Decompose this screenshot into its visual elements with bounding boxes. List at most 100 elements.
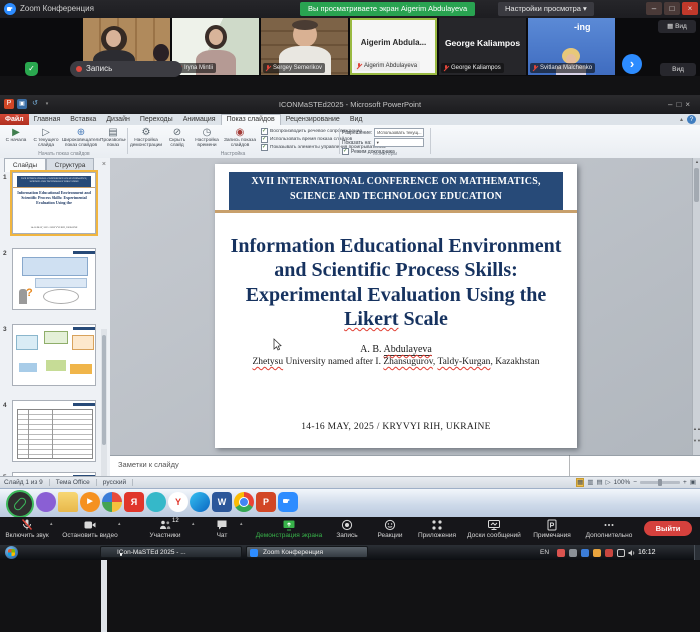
tray-icon-5[interactable] <box>605 549 613 557</box>
hide-slide-button[interactable]: ⊘Скрыть слайд <box>163 126 191 154</box>
powerpoint-window-controls[interactable]: –□× <box>668 100 694 109</box>
custom-slideshow-button[interactable]: ▤Произвольный показ <box>100 126 126 154</box>
yandex-browser-icon[interactable]: Y <box>168 492 188 512</box>
slide-sorter-icon[interactable]: ▥ <box>587 478 593 487</box>
stop-video-button[interactable]: Остановить видео <box>58 519 122 539</box>
panel-tab-slides[interactable]: Слайды <box>4 158 46 172</box>
video-tile-iryna[interactable]: Iryna Mintii <box>172 18 259 75</box>
participants-chevron-icon[interactable]: ▴ <box>192 521 195 527</box>
tab-view[interactable]: Вид <box>345 114 368 125</box>
taskbar-app-icon-purple[interactable] <box>36 492 56 512</box>
chrome-icon[interactable] <box>234 492 254 512</box>
slideshow-view-icon[interactable]: ▷ <box>606 478 611 487</box>
speaker-icon[interactable] <box>628 549 636 557</box>
share-screen-button[interactable]: Демонстрация экрана <box>248 519 330 539</box>
tray-windows-icon[interactable] <box>617 549 625 557</box>
panel-close-icon[interactable]: × <box>102 161 106 168</box>
word-icon[interactable]: W <box>212 492 232 512</box>
file-explorer-icon[interactable] <box>58 492 78 512</box>
teal-app-icon[interactable] <box>146 492 166 512</box>
notes-pane[interactable]: Заметки к слайду <box>110 455 700 476</box>
fit-to-window-icon[interactable]: ▣ <box>690 478 696 487</box>
tray-icon-3[interactable] <box>581 549 589 557</box>
video-tile-sergey[interactable]: Sergey Semerikov <box>261 18 348 75</box>
video-tile-george[interactable]: George Kaliampos George Kaliampos <box>439 18 526 75</box>
participants-button[interactable]: Участники <box>135 519 195 539</box>
tab-insert[interactable]: Вставка <box>65 114 101 125</box>
zoom-slider-thumb[interactable] <box>658 479 662 486</box>
play-narrations-checkbox[interactable]: Воспроизводить речевое сопровождение <box>261 128 339 135</box>
tab-slideshow[interactable]: Показ слайдов <box>221 114 281 125</box>
tab-animations[interactable]: Анимация <box>178 114 221 125</box>
next-slide-icon[interactable]: ▼▼ <box>693 438 700 443</box>
next-participants-arrow[interactable]: › <box>622 54 642 74</box>
video-tile-svitlana[interactable]: -ing Svitlana Malchenko <box>528 18 615 75</box>
powerpoint-taskbar-icon[interactable]: P <box>256 492 276 512</box>
slide-thumbnail-1[interactable]: XVII INTERNATIONAL CONFERENCE ON MATHEMA… <box>12 172 96 234</box>
mute-chevron-icon[interactable]: ▴ <box>50 521 53 527</box>
maximize-button[interactable]: □ <box>664 2 680 15</box>
tab-transitions[interactable]: Переходы <box>135 114 178 125</box>
taskbar-clock[interactable]: 16:12 <box>638 549 656 556</box>
media-play-app-icon[interactable]: ▶ <box>80 492 100 512</box>
tab-design[interactable]: Дизайн <box>101 114 135 125</box>
scroll-up-icon[interactable]: ▲ <box>693 159 700 164</box>
broadcast-slideshow-button[interactable]: ⊕Широковещательный показ слайдов <box>62 126 100 154</box>
reactions-button[interactable]: Реакции <box>368 519 412 539</box>
meeting-security-shield-icon[interactable]: ✓ <box>25 62 38 76</box>
apps-button[interactable]: Приложения <box>412 519 462 539</box>
previous-slide-icon[interactable]: ▲▲ <box>693 426 700 431</box>
from-current-slide-button[interactable]: ▷С текущего слайда <box>30 126 62 154</box>
language-indicator[interactable]: русский <box>103 479 133 486</box>
language-tray-indicator[interactable]: EN <box>540 549 549 556</box>
minimize-button[interactable]: – <box>646 2 662 15</box>
tab-file[interactable]: Файл <box>0 114 29 125</box>
panel-tab-outline[interactable]: Структура <box>46 158 94 173</box>
zoom-out-icon[interactable]: − <box>633 479 637 486</box>
notes-button[interactable]: Примечания <box>528 519 576 539</box>
view-layout-button-secondary[interactable]: Вид <box>660 63 696 76</box>
record-slideshow-button[interactable]: ◉Запись показа слайдов <box>223 126 257 154</box>
zoom-in-icon[interactable]: + <box>683 479 687 486</box>
tab-review[interactable]: Рецензирование <box>281 114 345 125</box>
main-slide[interactable]: XVII INTERNATIONAL CONFERENCE ON MATHEMA… <box>215 164 577 448</box>
slide-thumbnail-2[interactable]: ? <box>12 248 96 310</box>
use-timings-checkbox[interactable]: Использовать время показа слайдов <box>261 136 339 143</box>
taskbar-window-chrome[interactable]: ICon-MaSTEd 2025 - ... <box>100 546 242 558</box>
tab-home[interactable]: Главная <box>29 114 66 125</box>
help-icon[interactable]: ? <box>687 115 696 124</box>
view-settings-button[interactable]: Настройки просмотра ▾ <box>498 2 594 16</box>
slide-thumbnail-3[interactable] <box>12 324 96 386</box>
unmute-button[interactable]: Включить звук <box>0 519 54 539</box>
taskbar-window-zoom[interactable]: Zoom Конференция <box>246 546 368 558</box>
view-layout-button[interactable]: ▦ Вид <box>658 20 696 33</box>
scrollbar-thumb[interactable] <box>102 335 106 445</box>
from-beginning-button[interactable]: ▶С начала <box>2 126 30 154</box>
normal-view-icon[interactable]: ▦ <box>576 478 584 487</box>
rehearse-timings-button[interactable]: ◷Настройка времени <box>191 126 223 154</box>
tray-icon-2[interactable] <box>569 549 577 557</box>
multicolor-app-icon[interactable] <box>102 492 122 512</box>
show-desktop-button[interactable] <box>694 545 700 560</box>
slide-thumbnail-4[interactable] <box>12 400 96 462</box>
whiteboards-button[interactable]: Доски сообщений <box>464 519 524 539</box>
reading-view-icon[interactable]: ▤ <box>596 478 602 487</box>
canvas-scrollbar[interactable]: ▲ ▲▲ ▼▼ <box>692 158 700 455</box>
chat-button[interactable]: Чат <box>202 519 242 539</box>
video-chevron-icon[interactable]: ▴ <box>118 521 121 527</box>
close-button[interactable]: × <box>682 2 698 15</box>
edge-browser-icon[interactable] <box>190 492 210 512</box>
scrollbar-thumb[interactable] <box>694 168 699 202</box>
zoom-app-icon[interactable] <box>278 492 298 512</box>
tray-icon-1[interactable] <box>557 549 565 557</box>
yandex-app-icon[interactable]: Я <box>124 492 144 512</box>
tray-icon-4[interactable] <box>593 549 601 557</box>
show-on-dropdown[interactable]: ▾ <box>374 138 424 147</box>
recording-indicator[interactable]: Запись <box>70 61 182 77</box>
leave-button[interactable]: Выйти <box>644 521 692 536</box>
record-button[interactable]: Запись <box>330 519 364 539</box>
resolution-dropdown[interactable]: Использовать текущ... ▾ <box>374 128 424 137</box>
chat-chevron-icon[interactable]: ▴ <box>240 521 243 527</box>
windows-start-button[interactable] <box>5 546 18 559</box>
setup-slideshow-button[interactable]: ⚙Настройка демонстрации <box>129 126 163 154</box>
